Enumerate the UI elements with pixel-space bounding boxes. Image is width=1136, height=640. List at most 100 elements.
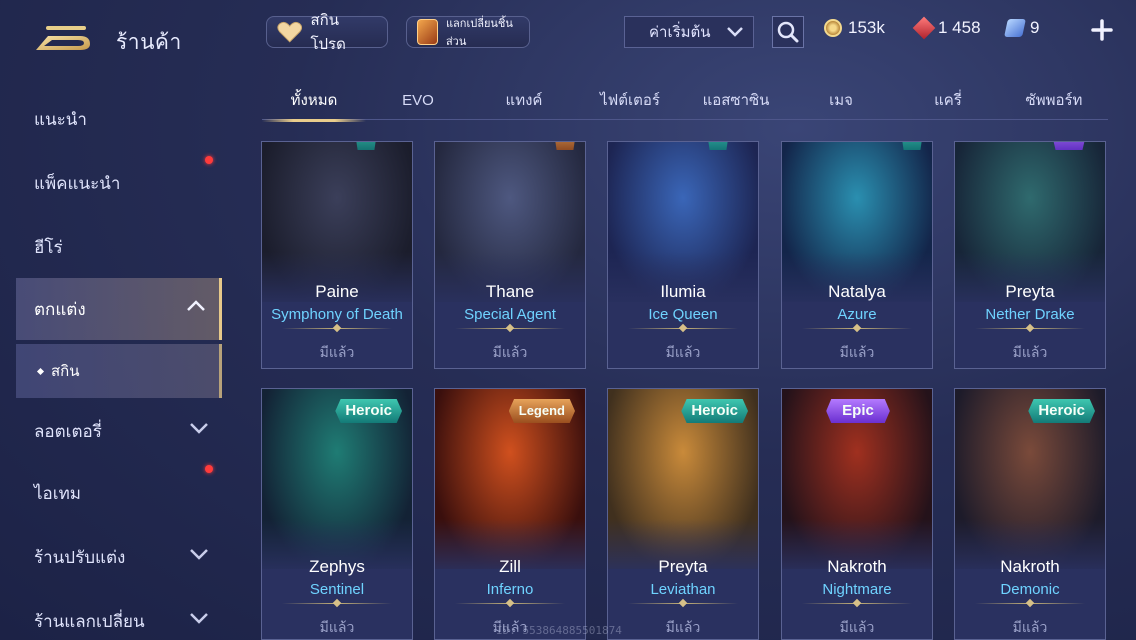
tab-mage[interactable]: เมจ <box>789 84 893 120</box>
chevron-down-icon <box>727 27 743 37</box>
sidebar-item-label: ตกแต่ง <box>34 299 86 319</box>
hero-name: Ilumia <box>660 282 706 301</box>
owned-status: มีแล้ว <box>839 344 875 360</box>
sidebar-item-label: ไอเทม <box>34 483 81 503</box>
hero-name: Preyta <box>658 557 708 576</box>
sort-selected-value: ค่าเริ่มต้น <box>649 24 711 41</box>
tab-carry[interactable]: แครี่ <box>896 84 1000 120</box>
tab-assassin[interactable]: แอสซาซิน <box>684 84 788 120</box>
skin-card[interactable]: Heroic Preyta Leviathan มีแล้ว <box>607 388 759 640</box>
skin-name: Sentinel <box>309 581 365 598</box>
sort-dropdown[interactable]: ค่าเริ่มต้น <box>624 16 754 48</box>
favorite-skins-button[interactable]: สกินโปรด <box>266 12 388 53</box>
voucher-amount: 1 458 <box>938 18 981 37</box>
rarity-badge: Heroic <box>1028 399 1095 423</box>
voucher-currency: 1 458 <box>912 16 981 40</box>
sidebar-item-recommended[interactable]: แนะนำ <box>16 88 222 150</box>
sidebar-item-customize-shop[interactable]: ร้านปรับแต่ง <box>16 526 222 588</box>
sidebar-item-recommended-packs[interactable]: แพ็คแนะนำ <box>16 152 222 214</box>
rarity-badge: Heroic <box>681 399 748 423</box>
category-tabs: ทั้งหมด EVO แทงค์ ไฟต์เตอร์ แอสซาซิน เมจ… <box>262 84 1108 122</box>
hero-name: Zill <box>499 557 521 576</box>
token-currency: 9 <box>1004 18 1040 38</box>
exchange-fragments-label: แลกเปลี่ยนชิ้นส่วน <box>445 18 513 48</box>
token-icon <box>1004 19 1026 37</box>
skin-card[interactable]: Epic Nakroth Nightmare มีแล้ว <box>781 388 933 640</box>
hero-name: Preyta <box>1005 282 1055 301</box>
skin-name: Ice Queen <box>648 306 718 323</box>
chevron-down-icon <box>190 549 208 560</box>
skin-name: Demonic <box>1000 581 1060 598</box>
sidebar-item-label: ลอตเตอรี่ <box>34 421 102 441</box>
sidebar-item-label: แนะนำ <box>34 109 87 129</box>
tab-all[interactable]: ทั้งหมด <box>262 84 366 122</box>
sidebar-item-lottery[interactable]: ลอตเตอรี่ <box>16 400 222 462</box>
chevron-down-icon <box>190 423 208 434</box>
chevron-up-icon <box>187 300 205 311</box>
owned-status: มีแล้ว <box>319 619 355 635</box>
owned-status: มีแล้ว <box>839 619 875 635</box>
page-title: ร้านค้า <box>116 31 182 54</box>
skin-card[interactable]: Natalya Azure มีแล้ว <box>781 141 933 369</box>
sidebar-subitem-skins[interactable]: สกิน <box>16 344 222 398</box>
top-bar: ร้านค้า สกินโปรด แลกเปลี่ยนชิ้นส่วน ค่าเ… <box>0 0 1136 70</box>
notification-dot <box>205 156 213 164</box>
skin-card[interactable]: Heroic Nakroth Demonic มีแล้ว <box>954 388 1106 640</box>
rarity-badge: Legend <box>508 399 575 423</box>
skin-card[interactable]: Thane Special Agent มีแล้ว <box>434 141 586 369</box>
skin-name: Nightmare <box>822 581 892 598</box>
plus-icon[interactable] <box>1090 18 1114 42</box>
skin-card[interactable]: Preyta Nether Drake มีแล้ว <box>954 141 1106 369</box>
hero-name: Natalya <box>828 282 886 301</box>
tab-support[interactable]: ซัพพอร์ท <box>1002 84 1106 120</box>
tab-tank[interactable]: แทงค์ <box>472 84 576 120</box>
sidebar-item-items[interactable]: ไอเทม <box>16 462 222 524</box>
player-id-watermark: ID: 553864885501874 <box>496 624 622 637</box>
skin-name: Leviathan <box>650 581 716 598</box>
hero-name: Zephys <box>309 557 365 576</box>
rarity-badge: Heroic <box>335 399 402 423</box>
skin-name: Azure <box>837 306 877 323</box>
gold-amount: 153k <box>848 18 885 37</box>
skin-name: Symphony of Death <box>271 306 403 323</box>
owned-status: มีแล้ว <box>1012 344 1048 360</box>
sidebar-item-label: ฮีโร่ <box>34 237 63 257</box>
skin-name: Nether Drake <box>985 306 1075 323</box>
skin-card[interactable]: Paine Symphony of Death มีแล้ว <box>261 141 413 369</box>
rarity-badge: Epic <box>826 399 890 423</box>
hero-name: Nakroth <box>827 557 887 576</box>
sidebar-item-decoration[interactable]: ตกแต่ง <box>16 278 222 340</box>
treasure-chest-icon <box>417 19 438 45</box>
gold-coin-icon <box>824 19 842 37</box>
hero-name: Thane <box>485 282 535 301</box>
exchange-fragments-button[interactable]: แลกเปลี่ยนชิ้นส่วน <box>406 16 530 48</box>
skin-name: Inferno <box>486 581 534 598</box>
sidebar-item-exchange-shop[interactable]: ร้านแลกเปลี่ยน <box>16 590 222 640</box>
tab-fighter[interactable]: ไฟต์เตอร์ <box>578 84 682 120</box>
sidebar-item-label: แพ็คแนะนำ <box>34 173 121 193</box>
rarity-badge <box>555 142 575 150</box>
skin-card[interactable]: Heroic Zephys Sentinel มีแล้ว <box>261 388 413 640</box>
search-button[interactable] <box>772 16 804 48</box>
sidebar-item-label: ร้านแลกเปลี่ยน <box>34 611 145 631</box>
owned-status: มีแล้ว <box>665 619 701 635</box>
hero-name: Nakroth <box>1000 557 1060 576</box>
tab-evo[interactable]: EVO <box>366 84 470 120</box>
voucher-gem-icon <box>912 16 936 40</box>
hero-name: Paine <box>315 282 359 301</box>
skin-card[interactable]: Ilumia Ice Queen มีแล้ว <box>607 141 759 369</box>
skin-card[interactable]: Legend Zill Inferno มีแล้ว <box>434 388 586 640</box>
gold-currency: 153k <box>824 18 885 38</box>
token-amount: 9 <box>1030 18 1040 37</box>
owned-status: มีแล้ว <box>665 344 701 360</box>
back-arrow-icon[interactable] <box>34 22 94 52</box>
skin-name: Special Agent <box>464 306 556 323</box>
sidebar-item-label: ร้านปรับแต่ง <box>34 547 126 567</box>
heart-icon <box>277 21 303 43</box>
rarity-badge <box>1053 142 1085 150</box>
owned-status: มีแล้ว <box>1012 619 1048 635</box>
rarity-badge <box>708 142 728 150</box>
sidebar-nav: แนะนำ แพ็คแนะนำ ฮีโร่ ตกแต่ง สกิน ลอตเตอ… <box>0 88 222 640</box>
rarity-badge <box>356 142 376 150</box>
sidebar-item-heroes[interactable]: ฮีโร่ <box>16 216 222 278</box>
